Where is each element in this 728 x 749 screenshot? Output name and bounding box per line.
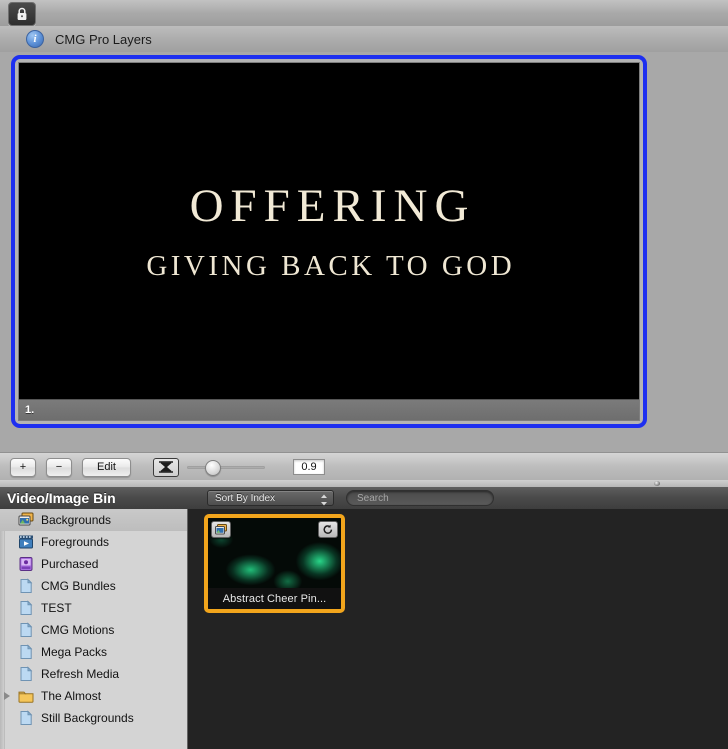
- window-titlebar: [0, 0, 728, 27]
- resize-grip-dot[interactable]: [654, 481, 660, 486]
- sort-by-label: Sort By Index: [215, 492, 276, 504]
- sidebar-list: Backgrounds Foregrounds Purchased CMG Bundl…: [0, 509, 187, 729]
- sidebar-item-cmg-motions[interactable]: CMG Motions: [0, 619, 187, 641]
- sidebar-item-backgrounds[interactable]: Backgrounds: [0, 509, 187, 531]
- slider-track: [187, 465, 265, 469]
- hourglass-icon: [159, 461, 173, 473]
- document-bar: i CMG Pro Layers: [0, 26, 728, 53]
- search-input[interactable]: Search: [346, 490, 494, 506]
- thumbnail-label: Abstract Cheer Pin...: [208, 588, 341, 609]
- add-slide-button[interactable]: +: [10, 457, 36, 477]
- slide-title-text: OFFERING: [189, 179, 476, 232]
- document-icon: [18, 644, 34, 660]
- document-title: CMG Pro Layers: [55, 31, 152, 47]
- disclosure-triangle-icon[interactable]: [4, 692, 10, 700]
- video-image-bin-header: Video/Image Bin Sort By Index Search: [0, 487, 728, 510]
- sidebar-item-purchased[interactable]: Purchased: [0, 553, 187, 575]
- purchased-icon: [18, 556, 34, 572]
- sort-by-dropdown[interactable]: Sort By Index: [207, 490, 334, 506]
- bin-item-thumbnail[interactable]: Abstract Cheer Pin...: [204, 514, 345, 613]
- edit-button[interactable]: Edit: [82, 457, 131, 477]
- slide-preview[interactable]: OFFERING GIVING BACK TO GOD 1.: [18, 62, 640, 421]
- video-clip-icon: [18, 534, 34, 550]
- sidebar-item-label: Backgrounds: [41, 513, 112, 527]
- sidebar-item-refresh-media[interactable]: Refresh Media: [0, 663, 187, 685]
- sidebar-item-the-almost[interactable]: The Almost: [0, 685, 187, 707]
- slider-thumb[interactable]: [205, 459, 221, 476]
- sidebar-item-label: Purchased: [41, 557, 99, 571]
- sidebar-item-label: Still Backgrounds: [41, 711, 134, 725]
- document-icon: [18, 666, 34, 682]
- sidebar-item-label: The Almost: [41, 689, 102, 703]
- slide-canvas: OFFERING GIVING BACK TO GOD: [19, 63, 639, 400]
- folder-icon: [18, 688, 34, 704]
- duration-slider[interactable]: [187, 459, 265, 476]
- sidebar-item-foregrounds[interactable]: Foregrounds: [0, 531, 187, 553]
- sidebar-item-label: CMG Bundles: [41, 579, 116, 593]
- slide-footer: 1.: [19, 399, 639, 420]
- sidebar-item-label: Refresh Media: [41, 667, 120, 681]
- transition-duration-icon: [153, 457, 179, 477]
- sidebar-item-test[interactable]: TEST: [0, 597, 187, 619]
- sidebar-item-still-backgrounds[interactable]: Still Backgrounds: [0, 707, 187, 729]
- slide-number-label: 1.: [25, 404, 35, 416]
- sidebar-item-label: Foregrounds: [41, 535, 110, 549]
- slide-control-bar: + − Edit 0.9: [0, 452, 728, 482]
- search-placeholder: Search: [357, 492, 389, 504]
- duration-value-field[interactable]: 0.9: [293, 459, 325, 475]
- slide-subtitle-text: GIVING BACK TO GOD: [146, 249, 516, 282]
- sidebar-item-label: TEST: [41, 601, 72, 615]
- remove-slide-button[interactable]: −: [46, 457, 72, 477]
- document-icon: [18, 710, 34, 726]
- images-stack-icon: [18, 512, 34, 528]
- lock-icon: [17, 7, 27, 20]
- slide-editor-area: OFFERING GIVING BACK TO GOD 1.: [0, 52, 728, 452]
- sidebar-item-label: Mega Packs: [41, 645, 108, 659]
- slide-selection-frame[interactable]: OFFERING GIVING BACK TO GOD 1.: [11, 55, 647, 428]
- document-icon: [18, 622, 34, 638]
- bin-content-area[interactable]: Abstract Cheer Pin...: [189, 509, 728, 749]
- video-image-bin-body: Backgrounds Foregrounds Purchased CMG Bundl…: [0, 509, 728, 749]
- info-icon[interactable]: i: [26, 30, 44, 48]
- presentation-app-window: i CMG Pro Layers OFFERING GIVING BACK TO…: [0, 0, 728, 749]
- loop-icon: [318, 521, 338, 538]
- lock-button[interactable]: [8, 2, 36, 26]
- document-icon: [18, 578, 34, 594]
- sidebar-item-mega-packs[interactable]: Mega Packs: [0, 641, 187, 663]
- images-stack-icon: [211, 521, 231, 538]
- document-icon: [18, 600, 34, 616]
- bin-title: Video/Image Bin: [7, 490, 116, 506]
- bin-sidebar[interactable]: Backgrounds Foregrounds Purchased CMG Bundl…: [0, 509, 188, 749]
- sidebar-item-label: CMG Motions: [41, 623, 115, 637]
- sidebar-item-cmg-bundles[interactable]: CMG Bundles: [0, 575, 187, 597]
